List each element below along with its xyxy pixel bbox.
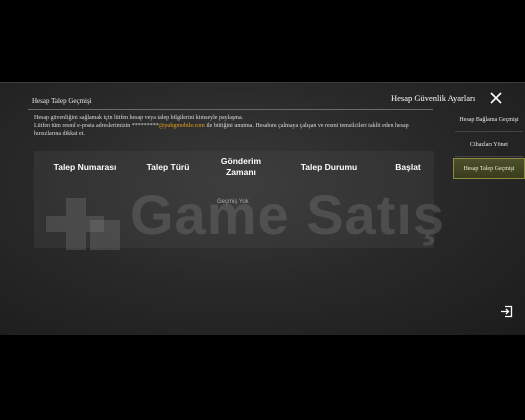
sidebar-divider [455,131,523,132]
warning-line-2: Lütfen tüm resmî e-posta adreslerimizin … [34,123,409,129]
watermark-text: Game Satış [130,183,446,246]
official-email-domain: @pubgmobile.com [158,123,205,129]
column-submission-time: Gönderim Zamanı [220,156,262,177]
column-start: Başlat [395,162,421,172]
sidebar-item-label: Cihazları Yönet [470,141,508,148]
warning-line-2-prefix: Lütfen tüm resmî e-posta adreslerimizin … [34,123,159,129]
title-divider [28,109,433,110]
warning-line-1: Hesap güvenliğini sağlamak için lütfen h… [34,115,244,121]
sidebar-item-account-binding-history[interactable]: Hesap Bağlama Geçmişi [453,109,525,130]
watermark-logo-icon [46,198,120,250]
sidebar-item-manage-devices[interactable]: Cihazları Yönet [453,134,525,155]
security-settings-title: Hesap Güvenlik Ayarları [391,93,476,103]
close-icon[interactable] [489,91,503,105]
sidebar-divider [455,156,523,157]
warning-line-2-suffix: ile bittiğini unutma. Hesabını çalmaya ç… [204,123,409,129]
column-request-number: Talep Numarası [53,162,117,172]
sidebar-item-request-history[interactable]: Hesap Talep Geçmişi [453,158,525,179]
column-request-status: Talep Durumu [300,162,358,172]
account-request-history-panel: Hesap Talep Geçmişi Hesap güvenliğini sa… [0,82,525,335]
history-title: Hesap Talep Geçmişi [32,97,92,105]
sidebar-item-label: Hesap Bağlama Geçmişi [459,116,519,123]
warning-line-3: hırsızlarına dikkat et. [34,131,85,137]
column-request-type: Talep Türü [146,162,190,172]
exit-icon[interactable] [500,305,513,318]
panel-top-border [0,82,525,83]
sidebar-item-label: Hesap Talep Geçmişi [463,165,515,172]
